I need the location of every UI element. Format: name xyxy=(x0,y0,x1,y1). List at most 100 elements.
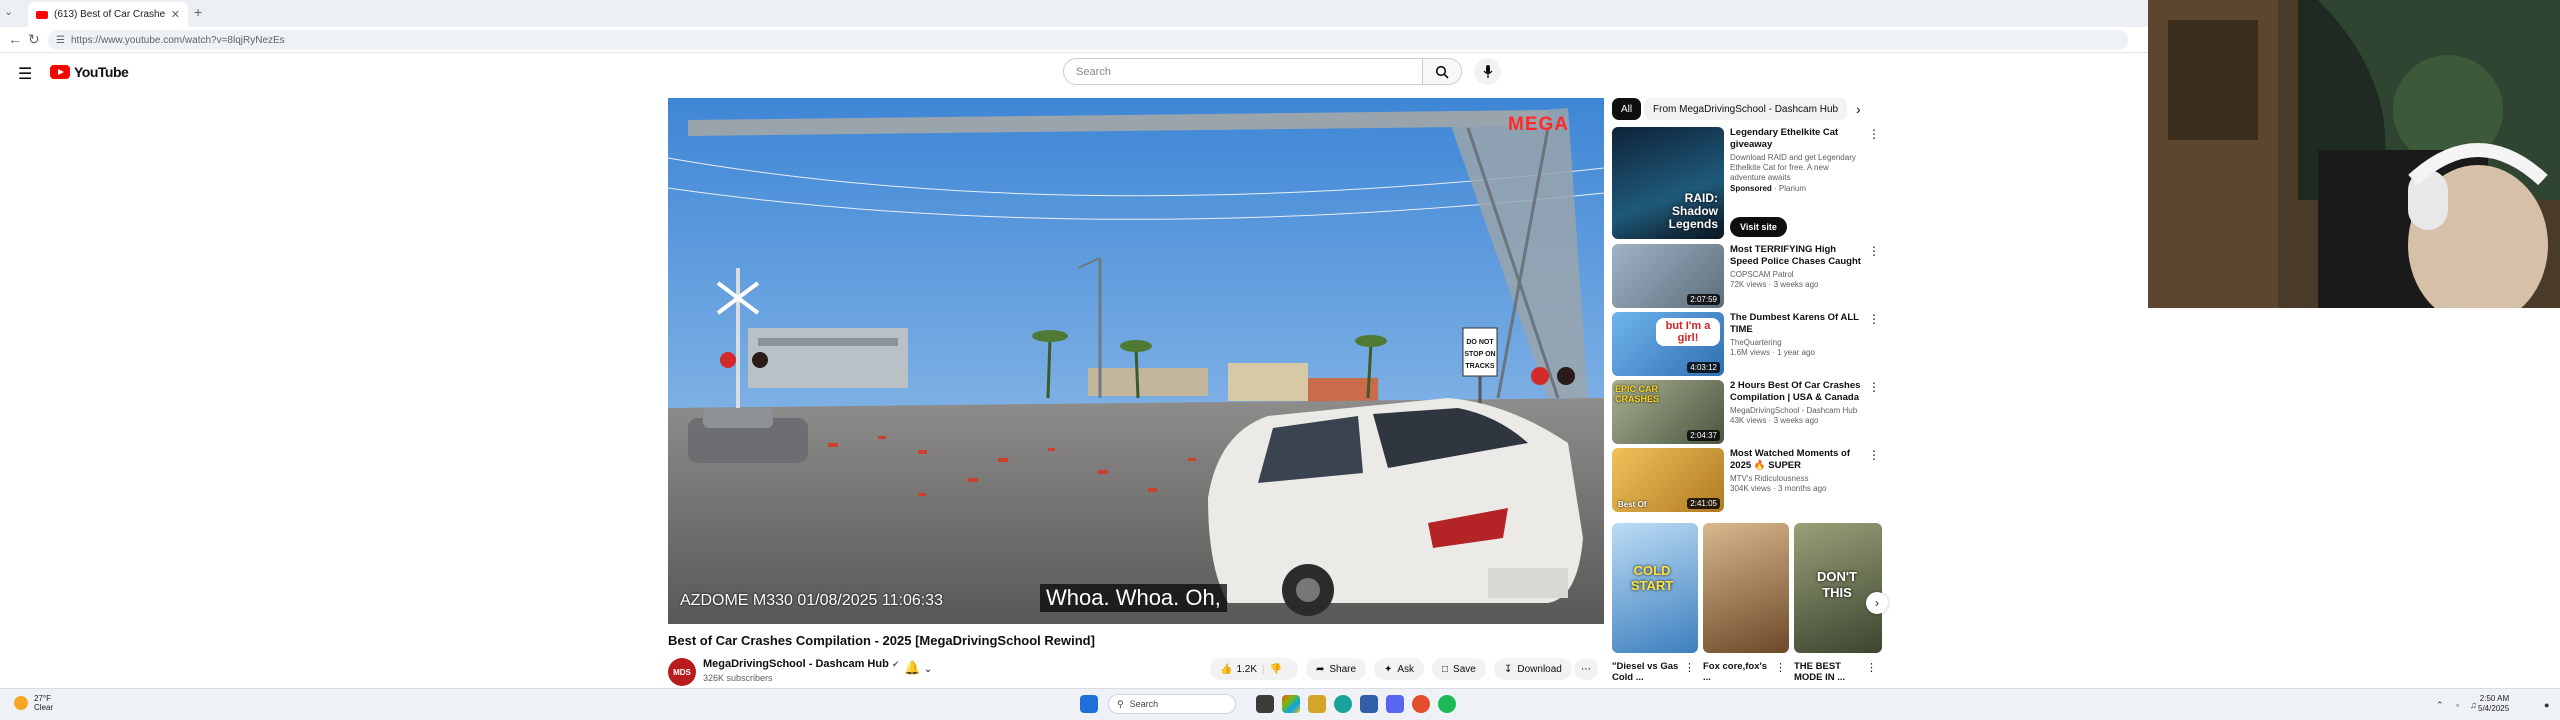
weather-widget[interactable]: 27°F Clear xyxy=(14,694,53,712)
download-button[interactable]: ↧ Download xyxy=(1494,658,1572,680)
related-video-card[interactable]: but I'm a girl! 4:03:12 The Dumbest Kare… xyxy=(1612,312,1884,376)
video-duration: 2:41:05 xyxy=(1687,498,1720,509)
taskbar-search[interactable]: ⚲ Search xyxy=(1108,694,1236,714)
ad-description: Download RAID and get Legendary Ethelkit… xyxy=(1730,153,1856,182)
video-card-channel: MegaDrivingSchool - Dashcam Hub xyxy=(1730,406,1858,415)
bookmark-icon: □ xyxy=(1442,663,1449,675)
more-vertical-icon[interactable]: ⋮ xyxy=(1866,661,1877,674)
chips-next-icon[interactable]: › xyxy=(1856,101,1861,117)
ad-thumbnail[interactable]: RAID: Shadow Legends xyxy=(1612,127,1724,239)
notification-bell-button[interactable]: 🔔 ⌄ xyxy=(904,660,932,676)
like-button[interactable]: 👍 1.2K xyxy=(1220,664,1257,675)
share-button[interactable]: ➦ Share xyxy=(1306,658,1367,680)
save-label: Save xyxy=(1453,663,1476,675)
search-button[interactable] xyxy=(1422,58,1462,85)
close-tab-icon[interactable]: ✕ xyxy=(171,8,180,21)
video-card-channel: MTV's Ridiculousness xyxy=(1730,474,1809,483)
video-thumbnail[interactable]: Best Of 2:41:05 xyxy=(1612,448,1724,512)
back-icon[interactable]: ← xyxy=(8,31,22,47)
more-vertical-icon[interactable]: ⋮ xyxy=(1868,380,1880,394)
shorts-next-icon[interactable]: › xyxy=(1866,592,1888,614)
reload-icon[interactable]: ↻ xyxy=(28,31,40,48)
dislike-button[interactable]: 👎 xyxy=(1270,664,1282,675)
spotify-icon[interactable] xyxy=(1438,695,1456,713)
short-thumbnail[interactable] xyxy=(1703,523,1789,653)
ad-title: Legendary Ethelkite Cat giveaway xyxy=(1730,127,1839,150)
closed-caption: Whoa. Whoa. Oh, xyxy=(1040,584,1227,612)
menu-icon[interactable]: ☰ xyxy=(18,64,32,84)
video-card-views: 43K views · 3 weeks ago xyxy=(1730,416,1819,425)
network-icon[interactable]: ▫ xyxy=(2456,700,2459,710)
more-vertical-icon[interactable]: ⋮ xyxy=(1684,661,1695,674)
search-placeholder: Search xyxy=(1076,65,1111,78)
more-vertical-icon[interactable]: ⋮ xyxy=(1868,448,1880,462)
url-field[interactable]: ☰ https://www.youtube.com/watch?v=8lqjRy… xyxy=(48,30,2128,50)
youtube-favicon-icon xyxy=(36,10,48,19)
tray-overflow-icon[interactable]: ⌃ xyxy=(2436,700,2444,711)
advertiser-name: Plarium xyxy=(1778,184,1807,193)
video-thumbnail[interactable]: 2:07:59 xyxy=(1612,244,1724,308)
weather-desc: Clear xyxy=(34,703,54,712)
store-icon[interactable] xyxy=(1360,695,1378,713)
youtube-logo[interactable]: YouTube xyxy=(50,64,129,80)
more-horizontal-icon: ⋯ xyxy=(1581,663,1591,675)
ad-thumbnail-text: RAID: Shadow Legends xyxy=(1668,191,1718,231)
subscriber-count: 326K subscribers xyxy=(703,673,773,683)
chrome-icon[interactable] xyxy=(1412,695,1430,713)
notifications-icon[interactable]: ● xyxy=(2544,700,2549,710)
ask-label: Ask xyxy=(1397,663,1415,675)
discord-icon[interactable] xyxy=(1386,695,1404,713)
more-vertical-icon[interactable]: ⋮ xyxy=(1868,312,1880,326)
video-player[interactable]: DO NOT STOP ON TRACKS xyxy=(668,98,1604,624)
channel-avatar[interactable]: MDS xyxy=(668,658,696,686)
windows-start-icon[interactable] xyxy=(1080,695,1098,713)
more-vertical-icon[interactable]: ⋮ xyxy=(1775,661,1786,674)
download-label: Download xyxy=(1517,663,1562,675)
volume-icon[interactable]: ♫ xyxy=(2470,700,2477,710)
chevron-down-icon: ⌄ xyxy=(923,664,933,675)
chip-all[interactable]: All xyxy=(1612,98,1642,120)
new-tab-button[interactable]: + xyxy=(194,4,202,20)
video-title: Best of Car Crashes Compilation - 2025 [… xyxy=(668,633,1095,648)
video-card-title: Most TERRIFYING High Speed Police Chases… xyxy=(1730,244,1861,267)
sparkle-icon: ✦ xyxy=(1384,663,1393,675)
video-card-views: 72K views · 3 weeks ago xyxy=(1730,280,1819,289)
related-video-card[interactable]: 2:07:59 Most TERRIFYING High Speed Polic… xyxy=(1612,244,1884,308)
chip-from-channel[interactable]: From MegaDrivingSchool - Dashcam Hub xyxy=(1644,98,1848,120)
channel-name-link[interactable]: MegaDrivingSchool - Dashcam Hub ✔ xyxy=(703,658,899,670)
windows-taskbar xyxy=(0,688,2560,720)
ask-button[interactable]: ✦ Ask xyxy=(1374,658,1425,680)
browser-tab-active[interactable]: (613) Best of Car Crashes Com ✕ xyxy=(28,2,188,27)
task-view-icon[interactable] xyxy=(1256,695,1274,713)
short-thumbnail[interactable]: COLD START xyxy=(1612,523,1698,653)
weather-temp: 27°F xyxy=(34,694,51,703)
taskbar-clock[interactable]: 2:50 AM 5/4/2025 xyxy=(2478,694,2509,714)
save-button[interactable]: □ Save xyxy=(1432,658,1486,680)
tab-search-chevron-icon[interactable]: ⌄ xyxy=(4,5,13,18)
related-video-card[interactable]: EPIC CAR CRASHES 2:04:37 2 Hours Best Of… xyxy=(1612,380,1884,444)
video-duration: 2:04:37 xyxy=(1687,430,1720,441)
voice-search-button[interactable] xyxy=(1474,58,1501,85)
copilot-icon[interactable] xyxy=(1282,695,1300,713)
video-thumbnail[interactable]: but I'm a girl! 4:03:12 xyxy=(1612,312,1724,376)
visit-site-button[interactable]: Visit site xyxy=(1730,217,1787,237)
search-input[interactable]: Search xyxy=(1063,58,1423,85)
youtube-play-icon xyxy=(50,65,70,79)
related-video-card[interactable]: Best Of 2:41:05 Most Watched Moments of … xyxy=(1612,448,1884,512)
bell-icon: 🔔 xyxy=(904,660,921,675)
edge-browser-icon[interactable] xyxy=(1334,695,1352,713)
video-card-views: 304K views · 3 months ago xyxy=(1730,484,1827,493)
thumbs-down-icon: 👎 xyxy=(1269,663,1283,675)
file-explorer-icon[interactable] xyxy=(1308,695,1326,713)
search-icon xyxy=(1435,65,1449,79)
webcam-overlay xyxy=(2148,0,2560,308)
more-actions-button[interactable]: ⋯ xyxy=(1574,658,1598,680)
video-thumbnail[interactable]: EPIC CAR CRASHES 2:04:37 xyxy=(1612,380,1724,444)
short-title: Fox core,fox's ... xyxy=(1703,661,1768,683)
site-info-icon[interactable]: ☰ xyxy=(56,35,65,46)
taskbar-search-label: Search xyxy=(1129,699,1159,709)
more-vertical-icon[interactable]: ⋮ xyxy=(1868,127,1880,141)
more-vertical-icon[interactable]: ⋮ xyxy=(1868,244,1880,258)
short-title: "Diesel vs Gas Cold ... xyxy=(1612,661,1679,683)
short-thumbnail[interactable]: DON'T THIS xyxy=(1794,523,1882,653)
